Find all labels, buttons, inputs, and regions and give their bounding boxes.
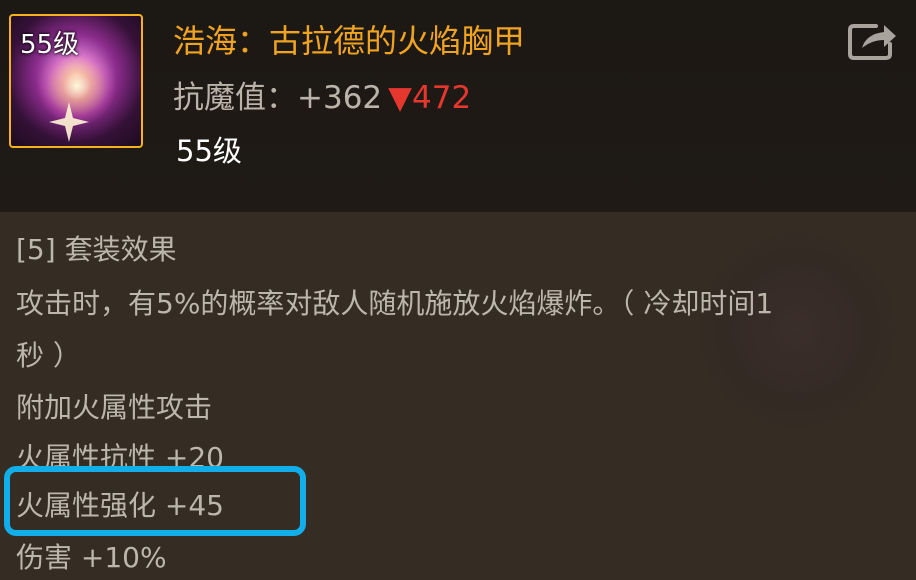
item-level: 55级	[176, 134, 242, 168]
set-effect-line-2: 秒 ）	[16, 339, 81, 372]
set-effect-title: [5] 套装效果	[16, 233, 177, 266]
magic-resist-stat: 抗魔值：+362 ▼472	[173, 72, 471, 117]
stat-label: 抗魔值：	[173, 80, 297, 116]
item-tooltip: 55级 浩海：古拉德的火焰胸甲 抗魔值：+362 ▼472 55级 [5] 套装效…	[0, 0, 916, 580]
item-header: 55级 浩海：古拉德的火焰胸甲 抗魔值：+362 ▼472 55级	[0, 0, 916, 212]
set-effect-line-6: 伤害 +10%	[16, 541, 167, 574]
set-effect-line-1: 攻击时，有5%的概率对敌人随机施放火焰爆炸。（ 冷却时间1	[16, 287, 774, 320]
stat-value: +362	[297, 80, 383, 116]
highlight-box	[4, 466, 306, 536]
watermark-emblem	[676, 230, 896, 430]
item-name: 浩海：古拉德的火焰胸甲	[173, 22, 526, 60]
flame-armor-icon[interactable]: 55级	[9, 14, 143, 148]
set-effect-line-3: 附加火属性攻击	[16, 391, 213, 424]
sparkle-icon	[49, 102, 89, 142]
stat-diff: ▼472	[388, 80, 472, 116]
icon-level-badge: 55级	[20, 30, 80, 60]
share-icon[interactable]	[846, 18, 898, 62]
